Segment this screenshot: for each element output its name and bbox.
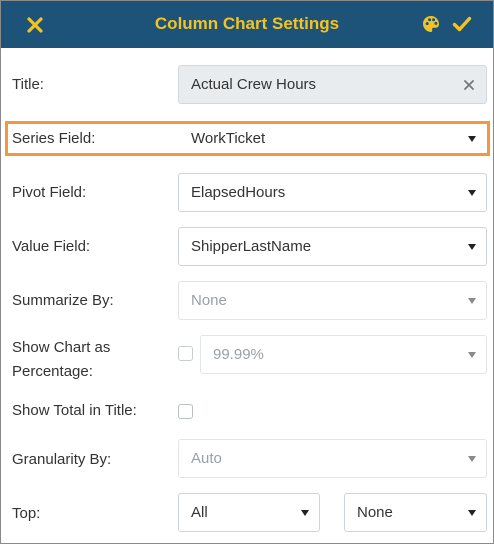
granularity-by-label: Granularity By: <box>12 451 112 468</box>
percentage-format-select[interactable]: 99.99% <box>200 335 487 374</box>
title-label: Title: <box>12 76 44 93</box>
show-percentage-label-line2: Percentage: <box>12 363 93 380</box>
value-field-value: ShipperLastName <box>191 238 312 255</box>
chevron-down-icon <box>468 509 476 516</box>
value-field-label: Value Field: <box>12 238 91 255</box>
granularity-by-value: Auto <box>191 450 222 467</box>
close-button[interactable] <box>21 11 49 39</box>
summarize-by-value: None <box>191 292 227 309</box>
series-field-value: WorkTicket <box>191 130 266 147</box>
show-percentage-label-line1: Show Chart as <box>12 339 111 356</box>
series-field-label: Series Field: <box>12 130 96 147</box>
close-x-icon <box>27 17 43 33</box>
palette-button[interactable] <box>419 12 443 36</box>
clear-x-icon <box>464 79 474 90</box>
checkmark-icon <box>452 16 472 32</box>
settings-dialog: Column Chart Settings Title: Actual Crew… <box>0 0 494 544</box>
chevron-down-icon <box>468 455 476 462</box>
clear-title-button[interactable] <box>460 76 478 94</box>
top-count-value: All <box>191 504 208 521</box>
summarize-by-select[interactable]: None <box>178 281 487 320</box>
top-field-select[interactable]: None <box>344 493 487 532</box>
chevron-down-icon <box>468 351 476 358</box>
chevron-down-icon <box>468 189 476 196</box>
show-total-checkbox[interactable] <box>178 404 193 419</box>
dialog-header: Column Chart Settings <box>1 1 493 48</box>
top-field-value: None <box>357 504 393 521</box>
palette-icon <box>423 16 439 32</box>
series-field-select[interactable]: WorkTicket <box>178 124 487 153</box>
summarize-by-label: Summarize By: <box>12 292 114 309</box>
pivot-field-label: Pivot Field: <box>12 184 87 201</box>
chevron-down-icon <box>468 135 476 142</box>
confirm-button[interactable] <box>449 11 475 37</box>
granularity-by-select[interactable]: Auto <box>178 439 487 478</box>
chevron-down-icon <box>468 243 476 250</box>
percentage-format-value: 99.99% <box>213 346 264 363</box>
show-percentage-checkbox[interactable] <box>178 346 193 361</box>
top-label: Top: <box>12 505 41 522</box>
pivot-field-value: ElapsedHours <box>191 184 286 201</box>
pivot-field-select[interactable]: ElapsedHours <box>178 173 487 212</box>
top-count-select[interactable]: All <box>178 493 320 532</box>
value-field-select[interactable]: ShipperLastName <box>178 227 487 266</box>
title-input-value: Actual Crew Hours <box>191 76 317 93</box>
show-total-label: Show Total in Title: <box>12 402 137 419</box>
chevron-down-icon <box>468 297 476 304</box>
chevron-down-icon <box>301 509 309 516</box>
title-input[interactable]: Actual Crew Hours <box>178 65 487 104</box>
